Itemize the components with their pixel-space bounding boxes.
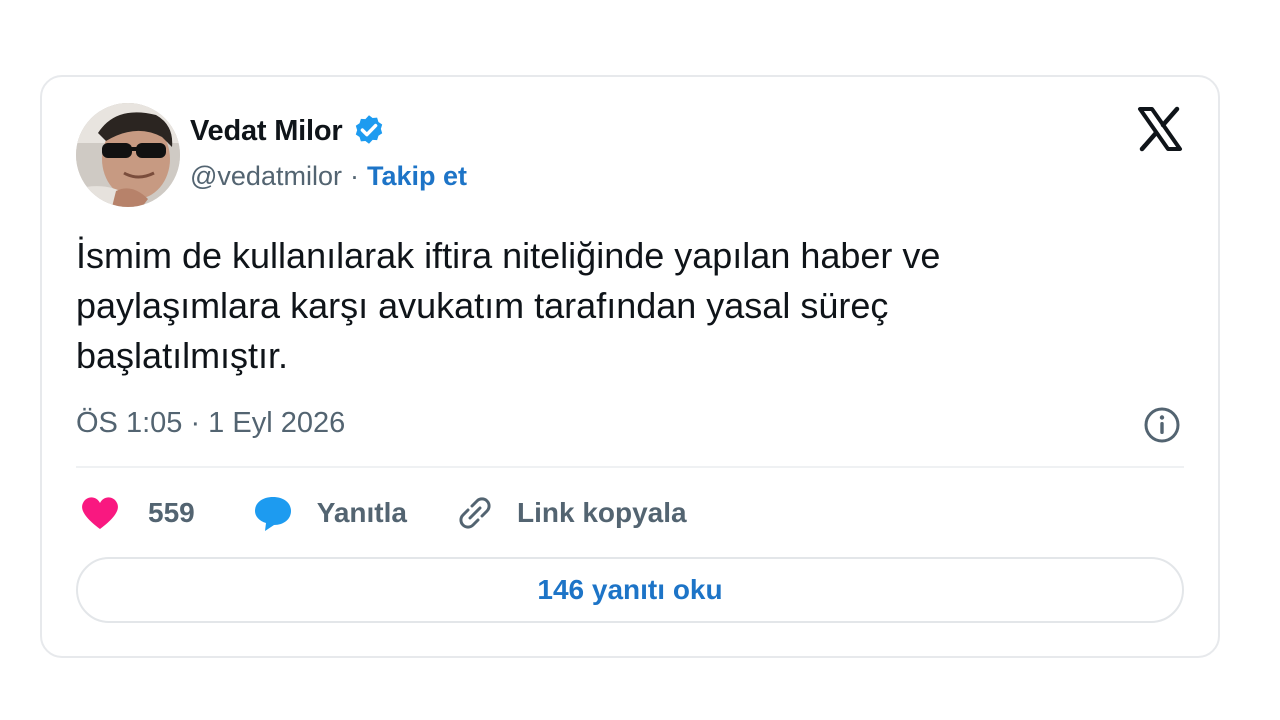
tweet-card: Vedat Milor @vedatmilor · Takip et İsmim… <box>40 75 1220 658</box>
copy-link-button[interactable]: Link kopyala <box>455 493 687 533</box>
verified-badge-icon <box>351 113 387 149</box>
heart-icon <box>80 495 120 531</box>
action-bar: 559 Yanıtla Link kopyala <box>80 491 687 535</box>
like-button[interactable]: 559 <box>80 495 253 531</box>
x-logo-icon[interactable] <box>1136 105 1184 153</box>
reply-label: Yanıtla <box>316 497 407 528</box>
author-handle[interactable]: @vedatmilor <box>190 161 342 192</box>
author-name-row: Vedat Milor <box>190 113 387 149</box>
info-icon[interactable] <box>1142 405 1182 445</box>
avatar[interactable] <box>76 103 180 207</box>
tweet-text-line: paylaşımlara karşı avukatım tarafından y… <box>76 285 889 326</box>
author-name[interactable]: Vedat Milor <box>190 115 343 148</box>
separator-dot: · <box>349 161 359 191</box>
author-handle-row: @vedatmilor · Takip et <box>190 161 467 192</box>
link-icon <box>455 493 495 533</box>
like-count: 559 <box>148 497 195 528</box>
tweet-text: İsmim de kullanılarak iftira niteliğinde… <box>76 231 1176 381</box>
read-replies-button[interactable]: 146 yanıtı oku <box>76 557 1184 623</box>
divider <box>76 466 1184 468</box>
tweet-timestamp[interactable]: ÖS 1:05 · 1 Eyl 2026 <box>76 407 345 440</box>
tweet-text-line: İsmim de kullanılarak iftira niteliğinde… <box>76 235 941 276</box>
reply-button[interactable]: Yanıtla <box>253 494 455 532</box>
copy-link-label: Link kopyala <box>516 497 687 528</box>
reply-bubble-icon <box>253 494 293 532</box>
tweet-text-line: başlatılmıştır. <box>76 335 289 376</box>
follow-button[interactable]: Takip et <box>367 161 467 192</box>
